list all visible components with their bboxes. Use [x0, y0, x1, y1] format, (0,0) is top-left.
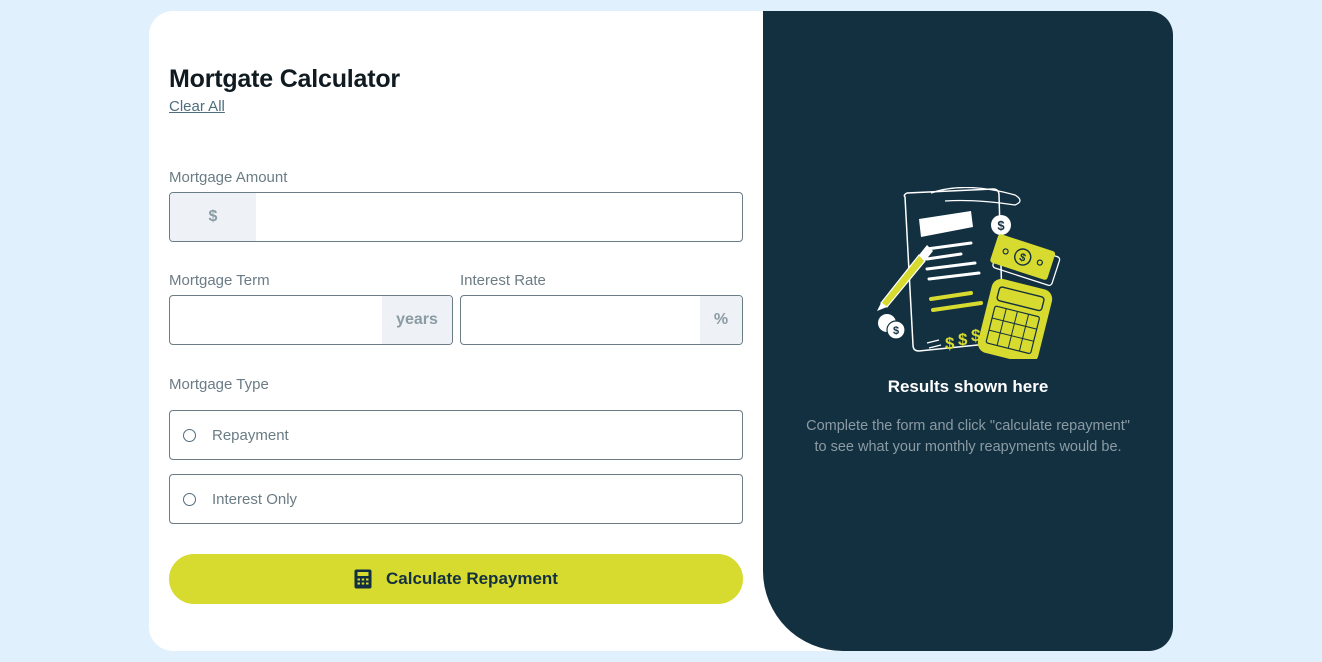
currency-prefix: $ — [170, 193, 256, 241]
radio-label: Interest Only — [212, 490, 298, 508]
interest-rate-input[interactable] — [461, 296, 701, 344]
radio-interest-only[interactable]: Interest Only — [169, 474, 743, 524]
radio-label: Repayment — [212, 426, 289, 444]
calculate-repayment-button[interactable]: Calculate Repayment — [169, 554, 743, 604]
mortgage-term-label: Mortgage Term — [169, 272, 270, 289]
empty-results-illustration: $ $ $ $ $ $ — [877, 187, 1061, 359]
svg-text:$: $ — [958, 330, 968, 349]
mortgage-term-field: years — [169, 295, 453, 345]
results-panel: $ $ $ $ $ $ Results shown here Complete … — [763, 11, 1173, 651]
percent-suffix: % — [700, 296, 742, 344]
mortgage-amount-field: $ — [169, 192, 743, 242]
calculator-icon — [354, 569, 372, 589]
calculate-button-label: Calculate Repayment — [386, 569, 558, 588]
radio-circle-icon[interactable] — [183, 492, 196, 506]
svg-text:$: $ — [971, 326, 981, 345]
interest-rate-label: Interest Rate — [460, 272, 546, 289]
calculator-card: Mortgate Calculator Clear All Mortgage A… — [149, 11, 1173, 651]
svg-text:$: $ — [893, 325, 899, 337]
mortgage-amount-input[interactable] — [256, 193, 742, 241]
clear-all-link[interactable]: Clear All — [169, 98, 225, 115]
form-panel: Mortgate Calculator Clear All Mortgage A… — [149, 11, 763, 651]
page-title: Mortgate Calculator — [169, 65, 400, 93]
svg-text:$: $ — [945, 334, 955, 353]
years-suffix: years — [382, 296, 452, 344]
results-title: Results shown here — [887, 377, 1049, 396]
svg-text:$: $ — [997, 218, 1005, 233]
results-description: Complete the form and click "calculate r… — [806, 418, 1130, 455]
mortgage-type-label: Mortgage Type — [169, 376, 269, 393]
interest-rate-field: % — [460, 295, 743, 345]
radio-circle-icon[interactable] — [183, 428, 196, 442]
mortgage-amount-label: Mortgage Amount — [169, 169, 288, 186]
radio-repayment[interactable]: Repayment — [169, 410, 743, 460]
mortgage-term-input[interactable] — [170, 296, 382, 344]
